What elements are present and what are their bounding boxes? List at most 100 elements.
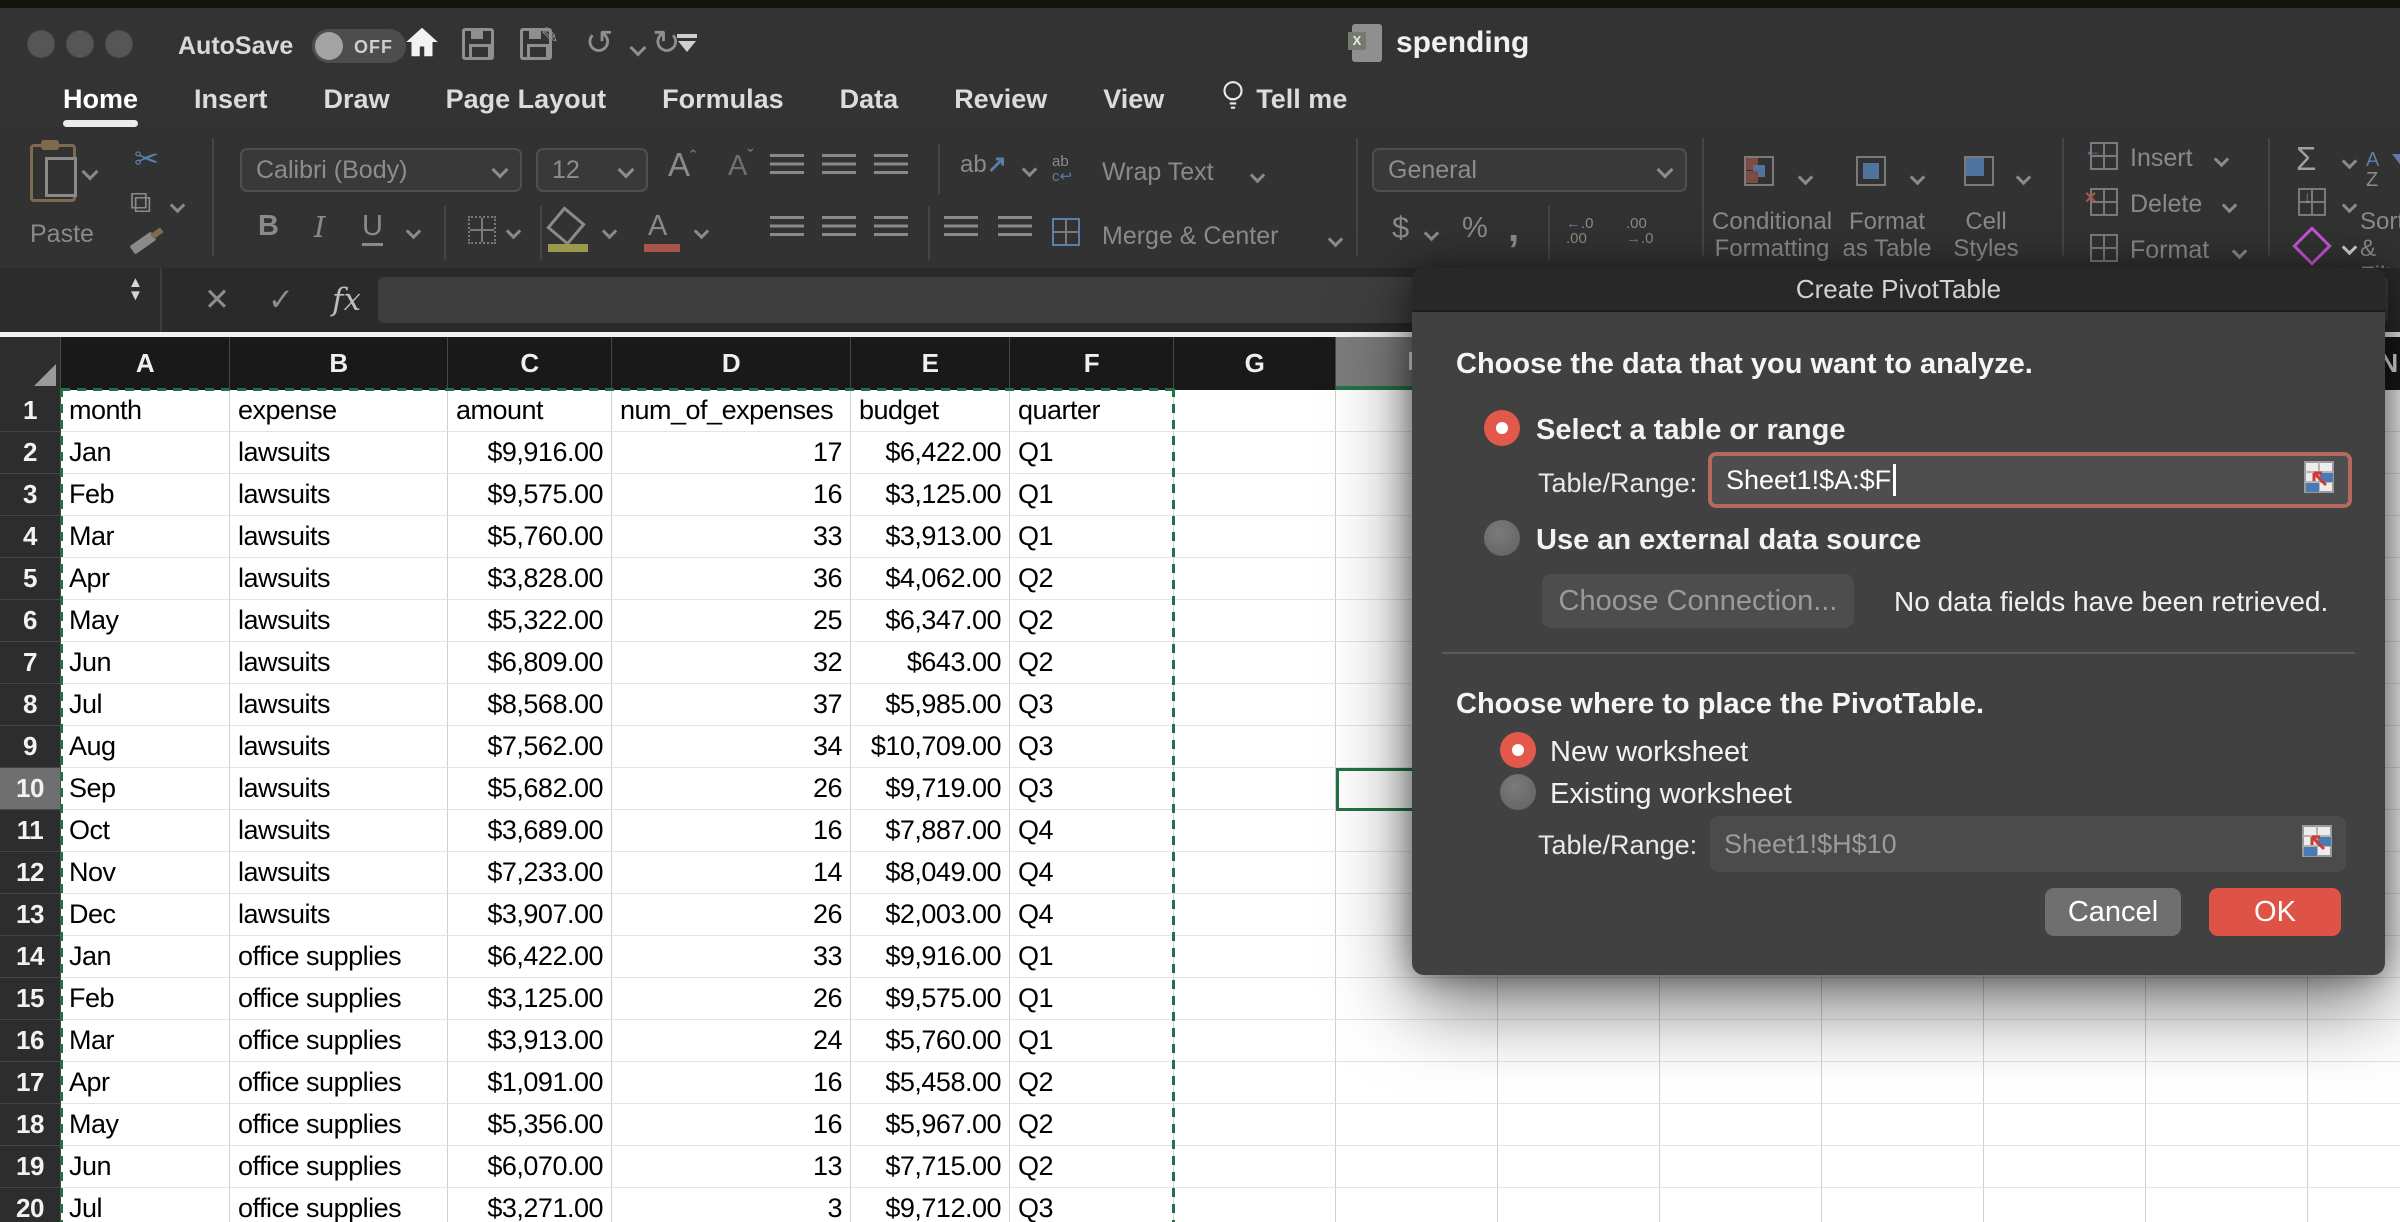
cell-C2[interactable]: $9,916.00 [448, 432, 612, 474]
cell-B3[interactable]: lawsuits [230, 474, 448, 516]
cell-A4[interactable]: Mar [61, 516, 230, 558]
row-header-3[interactable]: 3 [0, 474, 61, 516]
cell-C11[interactable]: $3,689.00 [448, 810, 612, 852]
cell-F4[interactable]: Q1 [1010, 516, 1174, 558]
cell-D16[interactable]: 24 [612, 1020, 851, 1062]
cell-F5[interactable]: Q2 [1010, 558, 1174, 600]
row-header-2[interactable]: 2 [0, 432, 61, 474]
row-header-10[interactable]: 10 [0, 768, 61, 810]
cell-H16[interactable] [1336, 1020, 1498, 1062]
cell-N16[interactable] [2308, 1020, 2400, 1062]
cell-F7[interactable]: Q2 [1010, 642, 1174, 684]
cell-C9[interactable]: $7,562.00 [448, 726, 612, 768]
cell-E6[interactable]: $6,347.00 [851, 600, 1010, 642]
column-header-B[interactable]: B [230, 337, 448, 390]
tab-view[interactable]: View [1103, 84, 1164, 115]
cell-E10[interactable]: $9,719.00 [851, 768, 1010, 810]
cell-B11[interactable]: lawsuits [230, 810, 448, 852]
cell-F10[interactable]: Q3 [1010, 768, 1174, 810]
cell-D14[interactable]: 33 [612, 936, 851, 978]
cell-B8[interactable]: lawsuits [230, 684, 448, 726]
cell-I18[interactable] [1498, 1104, 1660, 1146]
cell-C1[interactable]: amount [448, 390, 612, 432]
cell-E9[interactable]: $10,709.00 [851, 726, 1010, 768]
cell-L18[interactable] [1984, 1104, 2146, 1146]
cell-F11[interactable]: Q4 [1010, 810, 1174, 852]
cell-N19[interactable] [2308, 1146, 2400, 1188]
cell-D1[interactable]: num_of_expenses [612, 390, 851, 432]
column-header-F[interactable]: F [1010, 337, 1174, 390]
cell-N18[interactable] [2308, 1104, 2400, 1146]
cell-A1[interactable]: month [61, 390, 230, 432]
cell-B5[interactable]: lawsuits [230, 558, 448, 600]
cell-A3[interactable]: Feb [61, 474, 230, 516]
cell-B7[interactable]: lawsuits [230, 642, 448, 684]
cell-E1[interactable]: budget [851, 390, 1010, 432]
cell-E11[interactable]: $7,887.00 [851, 810, 1010, 852]
cell-F8[interactable]: Q3 [1010, 684, 1174, 726]
cell-M17[interactable] [2146, 1062, 2308, 1104]
column-header-C[interactable]: C [448, 337, 612, 390]
cell-B15[interactable]: office supplies [230, 978, 448, 1020]
cell-K19[interactable] [1822, 1146, 1984, 1188]
cell-G20[interactable] [1174, 1188, 1336, 1222]
row-header-7[interactable]: 7 [0, 642, 61, 684]
cell-G5[interactable] [1174, 558, 1336, 600]
cell-B9[interactable]: lawsuits [230, 726, 448, 768]
cell-C5[interactable]: $3,828.00 [448, 558, 612, 600]
cell-D8[interactable]: 37 [612, 684, 851, 726]
cell-K15[interactable] [1822, 978, 1984, 1020]
cell-K17[interactable] [1822, 1062, 1984, 1104]
cell-A15[interactable]: Feb [61, 978, 230, 1020]
cell-F1[interactable]: quarter [1010, 390, 1174, 432]
undo-icon[interactable]: ↺ [585, 26, 614, 60]
row-header-11[interactable]: 11 [0, 810, 61, 852]
row-header-4[interactable]: 4 [0, 516, 61, 558]
cell-C8[interactable]: $8,568.00 [448, 684, 612, 726]
cell-H19[interactable] [1336, 1146, 1498, 1188]
cancel-button[interactable]: Cancel [2045, 888, 2181, 936]
cell-A10[interactable]: Sep [61, 768, 230, 810]
cell-M18[interactable] [2146, 1104, 2308, 1146]
cell-F13[interactable]: Q4 [1010, 894, 1174, 936]
cell-J17[interactable] [1660, 1062, 1822, 1104]
new-worksheet-radio[interactable] [1500, 732, 1536, 768]
external-source-radio[interactable] [1484, 520, 1520, 556]
autosave-toggle[interactable]: OFF [312, 29, 406, 63]
cell-C16[interactable]: $3,913.00 [448, 1020, 612, 1062]
save-icon[interactable] [462, 28, 494, 60]
row-header-14[interactable]: 14 [0, 936, 61, 978]
cell-B6[interactable]: lawsuits [230, 600, 448, 642]
cell-F19[interactable]: Q2 [1010, 1146, 1174, 1188]
cell-G3[interactable] [1174, 474, 1336, 516]
cell-E15[interactable]: $9,575.00 [851, 978, 1010, 1020]
cell-G11[interactable] [1174, 810, 1336, 852]
cell-G8[interactable] [1174, 684, 1336, 726]
cell-A8[interactable]: Jul [61, 684, 230, 726]
cell-C3[interactable]: $9,575.00 [448, 474, 612, 516]
cell-C19[interactable]: $6,070.00 [448, 1146, 612, 1188]
cell-B16[interactable]: office supplies [230, 1020, 448, 1062]
cell-J15[interactable] [1660, 978, 1822, 1020]
customize-toolbar-icon[interactable] [676, 34, 698, 52]
column-header-D[interactable]: D [612, 337, 851, 390]
cell-I19[interactable] [1498, 1146, 1660, 1188]
cell-D12[interactable]: 14 [612, 852, 851, 894]
cell-C20[interactable]: $3,271.00 [448, 1188, 612, 1222]
cell-I17[interactable] [1498, 1062, 1660, 1104]
cell-F18[interactable]: Q2 [1010, 1104, 1174, 1146]
cell-B19[interactable]: office supplies [230, 1146, 448, 1188]
cell-G17[interactable] [1174, 1062, 1336, 1104]
cell-L17[interactable] [1984, 1062, 2146, 1104]
existing-worksheet-radio[interactable] [1500, 774, 1536, 810]
cell-D6[interactable]: 25 [612, 600, 851, 642]
tab-page-layout[interactable]: Page Layout [446, 84, 607, 115]
close-window-button[interactable] [27, 30, 55, 58]
cell-H15[interactable] [1336, 978, 1498, 1020]
cell-J16[interactable] [1660, 1020, 1822, 1062]
cell-G1[interactable] [1174, 390, 1336, 432]
cell-G19[interactable] [1174, 1146, 1336, 1188]
cell-E4[interactable]: $3,913.00 [851, 516, 1010, 558]
cell-F20[interactable]: Q3 [1010, 1188, 1174, 1222]
cell-D5[interactable]: 36 [612, 558, 851, 600]
